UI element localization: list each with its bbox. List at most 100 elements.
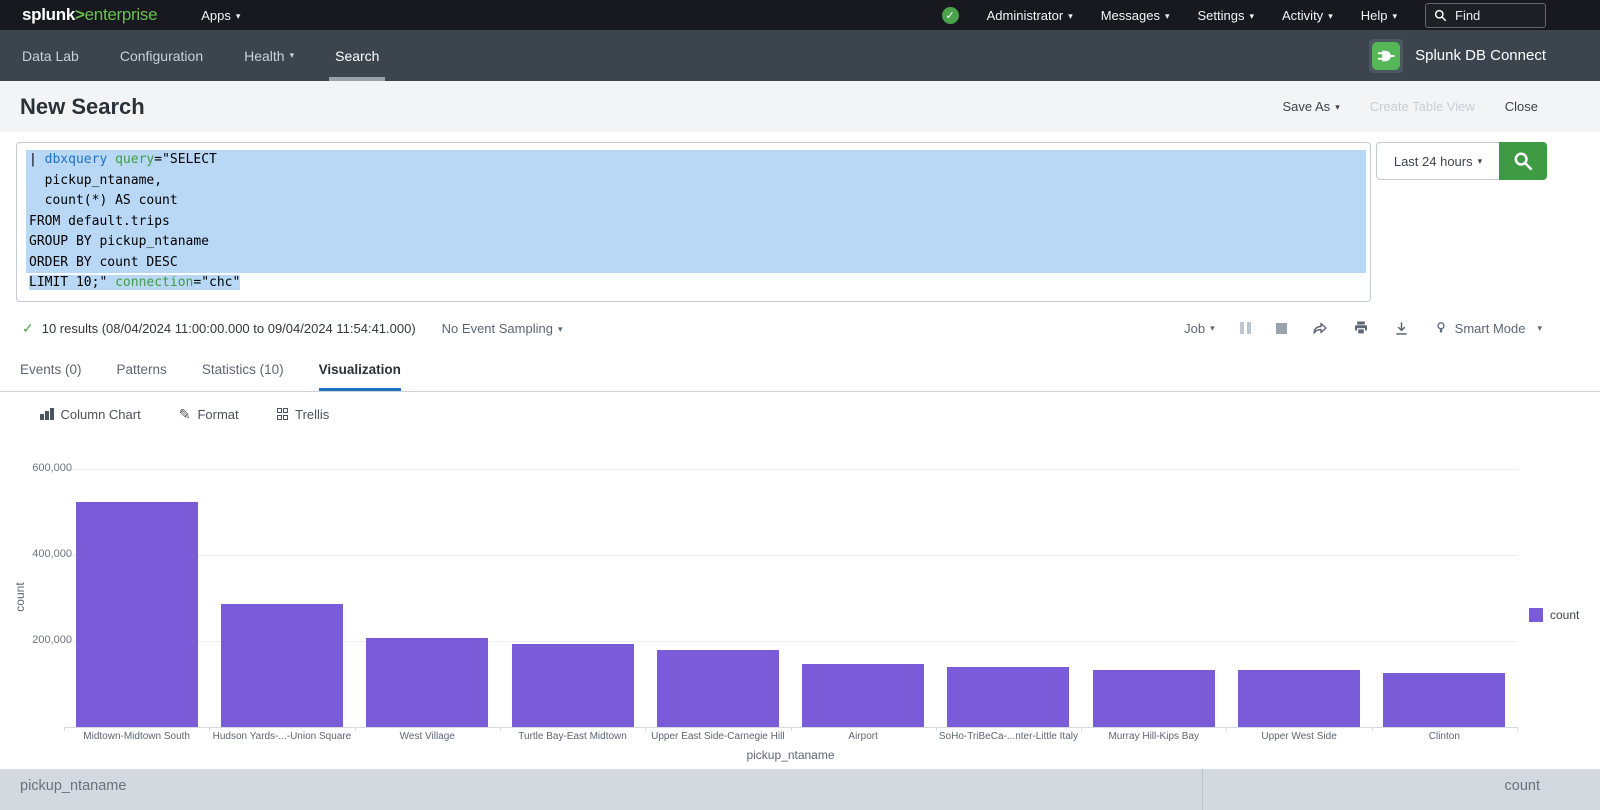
legend-swatch [1529,608,1543,622]
query-line: | dbxquery query="SELECT [26,150,1366,171]
trellis-icon [277,408,289,420]
nav-item-health[interactable]: Health▾ [242,30,296,81]
menu-settings[interactable]: Settings▾ [1198,8,1255,23]
page-title: New Search [20,94,145,120]
legend-item[interactable]: count [1529,608,1579,622]
db-connect-logo [1369,39,1403,73]
statistics-table-header: pickup_ntaname count [0,769,1600,810]
bar[interactable] [512,644,634,727]
bar[interactable] [802,664,924,727]
active-tab-indicator [319,388,401,391]
event-sampling-menu[interactable]: No Event Sampling▾ [442,321,563,336]
topbar-right: ✓ Administrator▾ Messages▾ Settings▾ Act… [942,3,1600,28]
app-name: Splunk DB Connect [1415,47,1546,64]
search-icon [1434,9,1447,22]
find-box[interactable] [1425,3,1546,28]
success-check-icon: ✓ [22,320,34,337]
chevron-down-icon: ▾ [1328,11,1333,21]
chart: 200,000400,000600,000Midtown-Midtown Sou… [0,436,1600,762]
chevron-down-icon: ▾ [1165,11,1170,21]
nav-item-configuration[interactable]: Configuration [118,30,205,81]
chevron-down-icon: ▾ [1210,323,1215,334]
pause-icon[interactable] [1240,322,1251,334]
page-header: New Search Save As▾ Create Table View Cl… [0,81,1600,132]
bar[interactable] [221,604,343,727]
chevron-down-icon: ▾ [1249,11,1254,21]
x-category-label: Clinton [1334,731,1554,742]
app-nav: Data Lab Configuration Health▾ Search [20,30,381,81]
chevron-down-icon: ▾ [558,324,563,334]
legend-label: count [1550,608,1579,622]
y-axis-tick-label: 400,000 [0,548,72,560]
bar[interactable] [1238,670,1360,727]
column-header-count[interactable]: count [1202,769,1600,810]
close-button[interactable]: Close [1505,99,1538,114]
chevron-down-icon: ▾ [1537,323,1542,334]
bar[interactable] [1093,670,1215,727]
tab-visualization[interactable]: Visualization [319,362,401,391]
chart-type-button[interactable]: Column Chart [40,407,141,422]
gridline [64,555,1517,556]
query-line: GROUP BY pickup_ntaname [26,232,1366,253]
viz-toolbar: Column Chart ✎ Format Trellis [0,392,1600,436]
query-line: LIMIT 10;" connection="chc" [26,273,1366,294]
query-line: FROM default.trips [26,212,1366,233]
job-controls: Job▾ Smart Mode▾ [1184,320,1600,336]
job-menu[interactable]: Job▾ [1184,321,1215,336]
tab-statistics[interactable]: Statistics (10) [202,362,284,391]
x-axis-title: pickup_ntaname [64,748,1517,762]
column-header-pickup-ntaname[interactable]: pickup_ntaname [0,769,1202,810]
header-actions: Save As▾ Create Table View Close [1282,99,1600,114]
tab-patterns[interactable]: Patterns [117,362,167,391]
search-query-input[interactable]: | dbxquery query="SELECT pickup_ntaname,… [16,142,1371,302]
menu-activity[interactable]: Activity▾ [1282,8,1333,23]
result-tabs: Events (0) Patterns Statistics (10) Visu… [0,348,1600,392]
y-axis-title: count [13,575,27,619]
find-input[interactable] [1453,7,1537,24]
chevron-down-icon: ▾ [1335,102,1340,112]
trellis-button[interactable]: Trellis [277,407,330,422]
search-zone: | dbxquery query="SELECT pickup_ntaname,… [0,132,1600,308]
time-range-picker[interactable]: Last 24 hours▾ [1376,142,1499,180]
apps-menu[interactable]: Apps▾ [201,8,240,23]
query-line: ORDER BY count DESC [26,253,1366,274]
y-axis-tick-label: 600,000 [0,462,72,474]
pencil-icon: ✎ [179,406,191,423]
plug-icon [1377,47,1395,65]
bar[interactable] [1383,673,1505,727]
print-icon[interactable] [1353,320,1369,336]
topbar: splunk>enterprise Apps▾ ✓ Administrator▾… [0,0,1600,30]
run-search-button[interactable] [1499,142,1547,180]
download-icon[interactable] [1394,321,1409,336]
bar[interactable] [657,650,779,727]
column-chart-icon [40,408,54,420]
format-button[interactable]: ✎ Format [179,406,239,423]
chevron-down-icon: ▾ [1068,11,1073,21]
chevron-down-icon: ▾ [1392,11,1397,21]
menu-help[interactable]: Help▾ [1361,8,1397,23]
chevron-down-icon: ▾ [1478,156,1483,167]
y-axis-tick-label: 200,000 [0,634,72,646]
app-identity[interactable]: Splunk DB Connect [1369,39,1600,73]
stop-icon[interactable] [1276,323,1287,334]
active-nav-indicator [329,77,385,81]
nav-item-data-lab[interactable]: Data Lab [20,30,81,81]
nav-item-search[interactable]: Search [333,30,381,81]
chevron-down-icon: ▾ [290,50,295,61]
chevron-down-icon: ▾ [236,11,241,21]
share-icon[interactable] [1312,320,1328,336]
bar[interactable] [76,502,198,727]
tab-events[interactable]: Events (0) [20,362,82,391]
splunk-logo: splunk>enterprise [22,5,157,25]
health-status-icon[interactable]: ✓ [942,7,959,24]
menu-messages[interactable]: Messages▾ [1101,8,1170,23]
query-line: count(*) AS count [26,191,1366,212]
bar[interactable] [366,638,488,727]
bulb-icon [1434,321,1448,335]
create-table-view-button[interactable]: Create Table View [1370,99,1475,114]
save-as-button[interactable]: Save As▾ [1282,99,1339,114]
bar[interactable] [947,667,1069,727]
search-mode-menu[interactable]: Smart Mode▾ [1434,321,1542,336]
results-bar: ✓ 10 results (08/04/2024 11:00:00.000 to… [0,308,1600,348]
menu-administrator[interactable]: Administrator▾ [987,8,1073,23]
